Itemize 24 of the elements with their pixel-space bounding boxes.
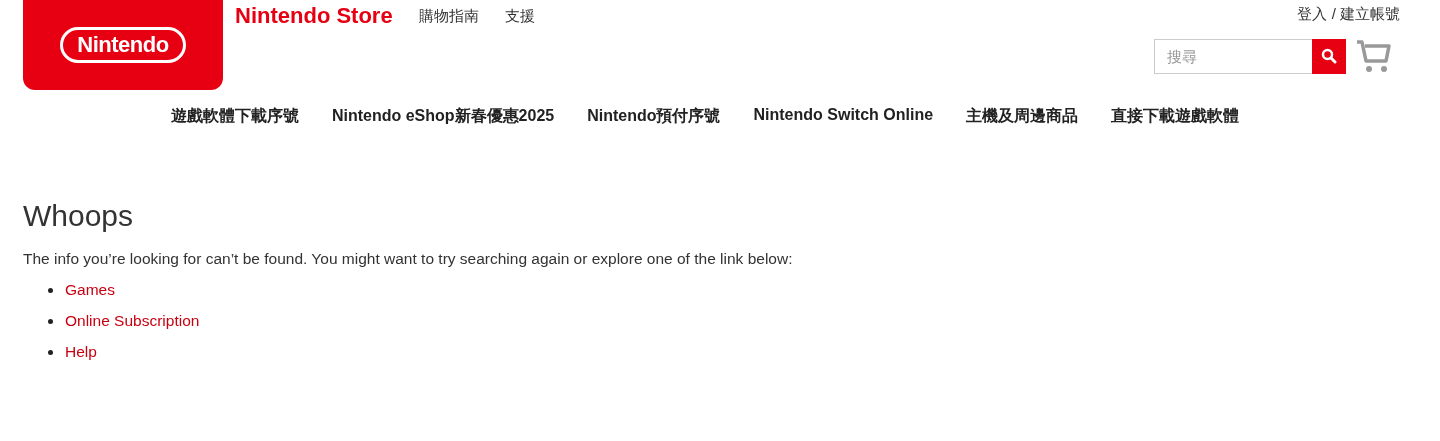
store-title[interactable]: Nintendo Store [235, 3, 393, 29]
cart-icon[interactable] [1356, 38, 1392, 74]
account-link[interactable]: 登入 / 建立帳號 [1297, 5, 1400, 24]
help-link[interactable]: Online Subscription [65, 312, 200, 330]
nav-link[interactable]: Nintendo eShop新春優惠2025 [331, 106, 555, 127]
header-link[interactable]: 購物指南 [418, 7, 479, 26]
header-link[interactable]: 支援 [504, 7, 535, 26]
nav-link[interactable]: 直接下載遊戲軟體 [1111, 106, 1240, 127]
help-link[interactable]: Help [65, 343, 97, 361]
nintendo-logo[interactable]: Nintendo [23, 0, 223, 90]
search-field[interactable]: 搜尋 [1154, 38, 1312, 74]
nav-link[interactable]: Nintendo預付序號 [587, 106, 721, 127]
error-message: The info you’re looking for can’t be found. You might want to try searching again or explore one of the link below: [23, 250, 794, 268]
search-button[interactable] [1312, 38, 1346, 74]
nav-link[interactable]: Nintendo Switch Online [753, 106, 934, 127]
nav-link[interactable]: 遊戲軟體下載序號 [170, 106, 299, 127]
help-link[interactable]: Games [65, 281, 115, 299]
bullet-icon [48, 318, 53, 324]
page-title: Whoops [23, 199, 135, 233]
nav-link[interactable]: 主機及周邊商品 [966, 106, 1079, 127]
bullet-icon [48, 287, 53, 293]
logo-text: Nintendo [60, 27, 186, 63]
bullet-icon [48, 349, 53, 355]
search-icon [1321, 48, 1337, 64]
